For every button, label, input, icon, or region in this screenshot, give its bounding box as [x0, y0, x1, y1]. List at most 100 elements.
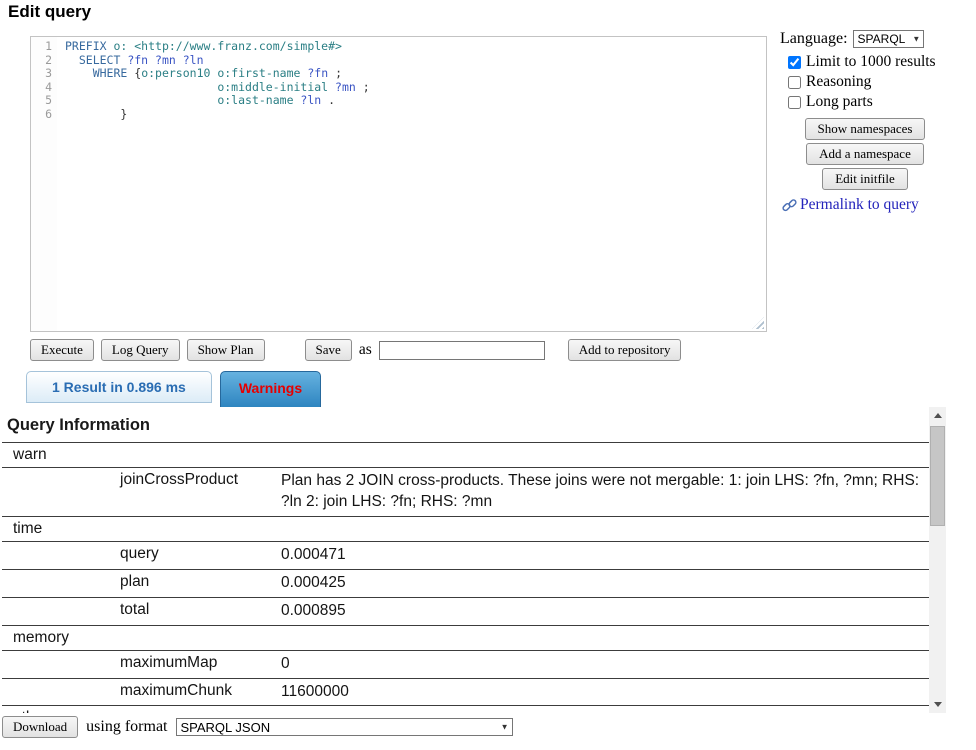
arrow-down-icon [934, 702, 942, 707]
page-title: Edit query [8, 2, 91, 22]
info-kv-row: query0.000471 [2, 541, 929, 569]
code-line: WHERE {o:person10 o:first-name ?fn ; [65, 67, 766, 81]
option-row: Reasoning [788, 72, 950, 92]
editor-gutter: 123456 [31, 37, 57, 331]
tabs-bar: 1 Result in 0.896 msWarnings [26, 371, 321, 408]
code-token: o:person10 [141, 66, 217, 80]
results-heading: Query Information [2, 407, 929, 442]
info-kv-row: plan0.000425 [2, 569, 929, 597]
info-key: plan [120, 573, 281, 594]
save-as-label: as [359, 341, 372, 359]
scroll-up-button[interactable] [929, 407, 946, 424]
code-line: PREFIX o: <http://www.franz.com/simple#> [65, 40, 766, 54]
tab[interactable]: 1 Result in 0.896 ms [26, 371, 212, 403]
line-number: 6 [31, 108, 52, 122]
chevron-down-icon: ▼ [501, 723, 509, 732]
chevron-down-icon: ▼ [912, 35, 920, 44]
info-section-row: time [2, 516, 929, 541]
option-checkbox[interactable] [788, 56, 801, 69]
tab[interactable]: Warnings [220, 371, 321, 408]
scrollbar-thumb[interactable] [930, 426, 945, 526]
line-number: 5 [31, 94, 52, 108]
info-key: query [120, 545, 281, 566]
add-to-repository-button[interactable]: Add to repository [568, 339, 682, 361]
info-kv-row: joinCrossProductPlan has 2 JOIN cross-pr… [2, 467, 929, 516]
code-token: ?ln [300, 93, 328, 107]
side-button[interactable]: Edit initfile [822, 168, 908, 190]
scroll-down-button[interactable] [929, 696, 946, 713]
code-token [65, 93, 217, 107]
info-kv-row: maximumChunk11600000 [2, 678, 929, 706]
language-label: Language: [780, 30, 848, 48]
line-number: 2 [31, 54, 52, 68]
info-section-row: memory [2, 625, 929, 650]
format-selected-value: SPARQL JSON [181, 720, 271, 735]
query-editor[interactable]: 123456 PREFIX o: <http://www.franz.com/s… [30, 36, 767, 332]
option-row: Long parts [788, 92, 950, 112]
code-token: o:last-name [217, 93, 300, 107]
code-token: PREFIX [65, 39, 113, 53]
option-checkbox[interactable] [788, 96, 801, 109]
format-select[interactable]: SPARQL JSON ▼ [176, 718, 513, 736]
download-button[interactable]: Download [2, 716, 78, 738]
side-buttons: Show namespaces Add a namespace Edit initf… [780, 118, 950, 190]
save-name-input[interactable] [379, 341, 545, 360]
language-selected-value: SPARQL [858, 32, 906, 46]
code-token [65, 80, 217, 94]
side-button[interactable]: Add a namespace [806, 143, 924, 165]
info-kv-row: maximumMap0 [2, 650, 929, 678]
code-token: ?fn [307, 66, 335, 80]
permalink-label: Permalink to query [800, 196, 919, 214]
info-section-row: other [2, 705, 929, 713]
info-indent [13, 573, 120, 594]
results-panel: Query Information warnjoinCrossProductPl… [2, 407, 946, 713]
info-indent [13, 471, 120, 513]
info-section-row: warn [2, 442, 929, 467]
show-plan-button[interactable]: Show Plan [187, 339, 265, 361]
permalink-link[interactable]: Permalink to query [782, 196, 950, 214]
info-kv-row: total0.000895 [2, 597, 929, 625]
arrow-up-icon [934, 413, 942, 418]
option-row: Limit to 1000 results [788, 52, 950, 72]
code-token [65, 107, 120, 121]
info-indent [13, 545, 120, 566]
results-content: Query Information warnjoinCrossProductPl… [2, 407, 929, 713]
option-label: Reasoning [806, 73, 871, 91]
execute-button[interactable]: Execute [30, 339, 94, 361]
language-select[interactable]: SPARQL ▼ [853, 30, 925, 48]
side-panel: Language: SPARQL ▼ Limit to 1000 results… [780, 30, 950, 214]
info-value: 0 [281, 654, 929, 675]
actions-row: Execute Log Query Show Plan Save as Add … [30, 339, 681, 361]
code-line: SELECT ?fn ?mn ?ln [65, 54, 766, 68]
code-token [65, 53, 79, 67]
info-value: 0.000425 [281, 573, 929, 594]
code-token: WHERE [93, 66, 135, 80]
code-token: o:middle-initial [217, 80, 335, 94]
results-scrollbar[interactable] [929, 407, 946, 713]
line-number: 1 [31, 40, 52, 54]
code-token: o:first-name [217, 66, 307, 80]
code-token: SELECT [79, 53, 127, 67]
code-token: ; [335, 66, 342, 80]
code-line: o:middle-initial ?mn ; [65, 81, 766, 95]
option-label: Long parts [806, 93, 873, 111]
code-token: o: [113, 39, 134, 53]
editor-code[interactable]: PREFIX o: <http://www.franz.com/simple#>… [57, 37, 766, 331]
results-rows: warnjoinCrossProductPlan has 2 JOIN cros… [2, 442, 929, 713]
code-token: <http://www.franz.com/simple#> [134, 39, 342, 53]
info-key: total [120, 601, 281, 622]
code-token: ?mn [155, 53, 183, 67]
save-button[interactable]: Save [305, 339, 352, 361]
info-value: 11600000 [281, 682, 929, 703]
code-token: ?ln [183, 53, 204, 67]
line-number: 4 [31, 81, 52, 95]
option-checkbox[interactable] [788, 76, 801, 89]
info-indent [13, 601, 120, 622]
code-token: } [120, 107, 127, 121]
log-query-button[interactable]: Log Query [101, 339, 180, 361]
side-button[interactable]: Show namespaces [805, 118, 926, 140]
line-number: 3 [31, 67, 52, 81]
link-icon [782, 198, 797, 213]
options-list: Limit to 1000 resultsReasoning Long parts [780, 52, 950, 112]
code-line: } [65, 108, 766, 122]
